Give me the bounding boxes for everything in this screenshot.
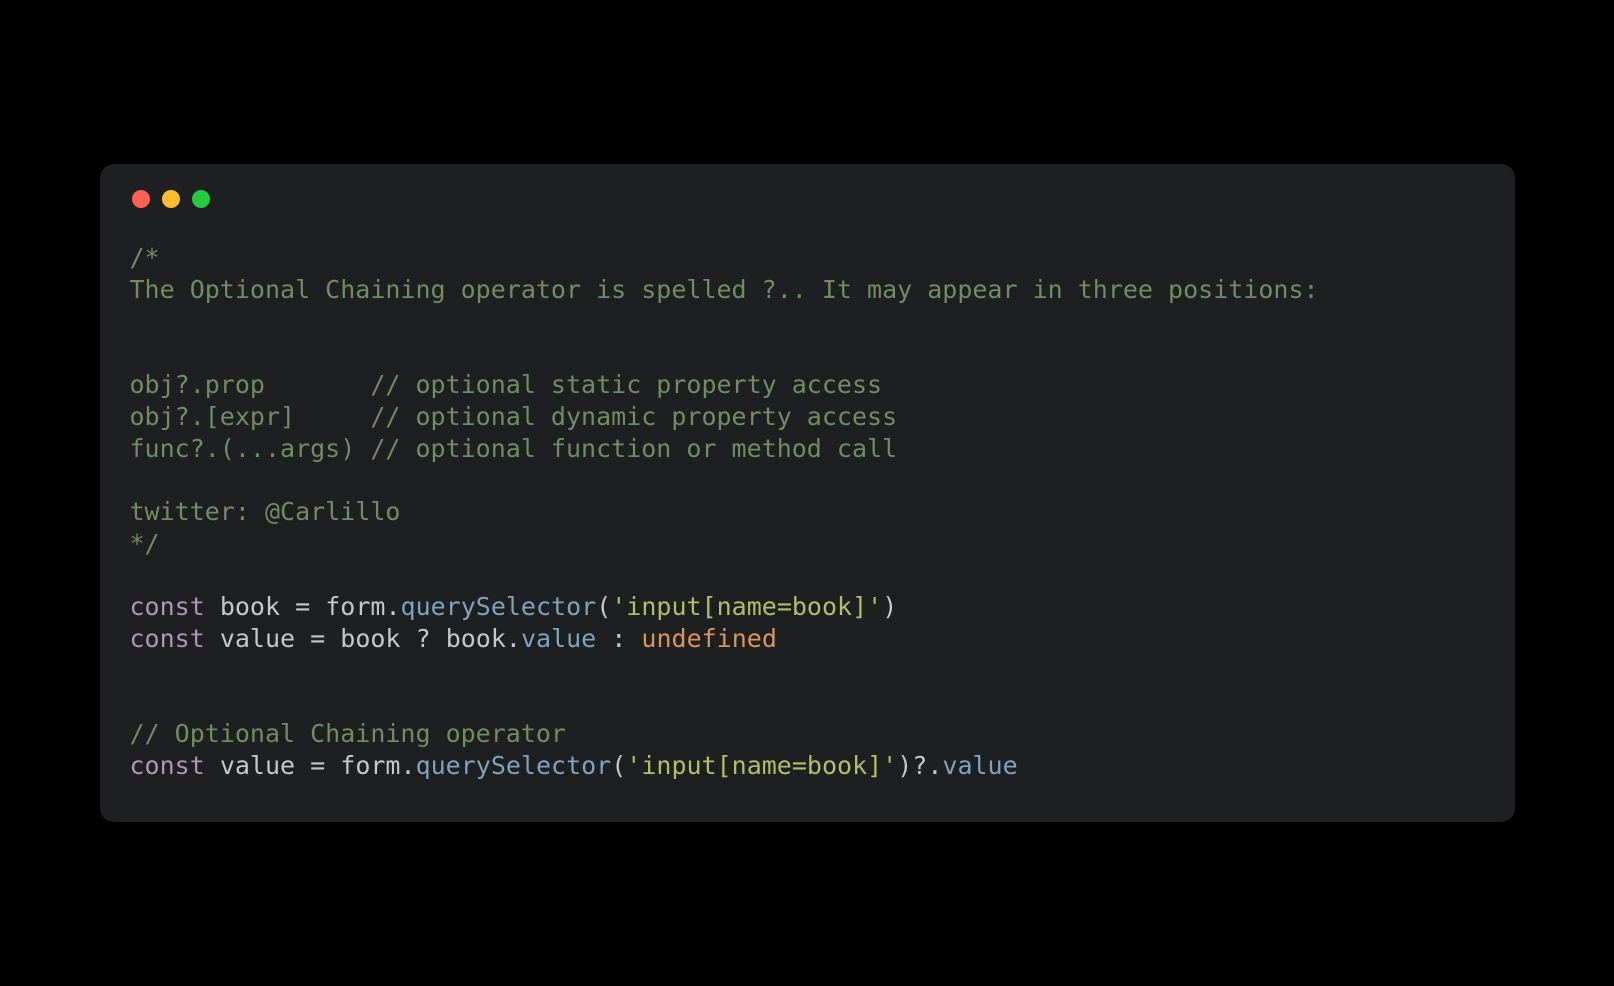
- space: [626, 624, 641, 653]
- space: [325, 624, 340, 653]
- function-queryselector: querySelector: [416, 751, 612, 780]
- space: [295, 751, 310, 780]
- space: [325, 751, 340, 780]
- paren-open: (: [596, 592, 611, 621]
- keyword-const: const: [130, 624, 205, 653]
- keyword-const: const: [130, 751, 205, 780]
- comment-close: */: [130, 529, 160, 558]
- space: [401, 624, 416, 653]
- zoom-icon[interactable]: [192, 190, 210, 208]
- operator-dot: .: [506, 624, 521, 653]
- comment-optional-chaining: // Optional Chaining operator: [130, 719, 567, 748]
- comment-example-2: obj?.[expr] // optional dynamic property…: [130, 402, 898, 431]
- space: [295, 624, 310, 653]
- string-selector: 'input[name=book]': [626, 751, 897, 780]
- comment-example-1: obj?.prop // optional static property ac…: [130, 370, 883, 399]
- identifier-book: book: [446, 624, 506, 653]
- close-icon[interactable]: [132, 190, 150, 208]
- space: [205, 592, 220, 621]
- operator-equals: =: [295, 592, 310, 621]
- code-window: /* The Optional Chaining operator is spe…: [100, 164, 1515, 822]
- operator-ternary-colon: :: [611, 624, 626, 653]
- comment-example-3: func?.(...args) // optional function or …: [130, 434, 898, 463]
- comment-credit: twitter: @Carlillo: [130, 497, 401, 526]
- code-block: /* The Optional Chaining operator is spe…: [130, 242, 1485, 782]
- operator-optional-chain: ?.: [912, 751, 942, 780]
- minimize-icon[interactable]: [162, 190, 180, 208]
- space: [310, 592, 325, 621]
- identifier-book: book: [220, 592, 280, 621]
- space: [280, 592, 295, 621]
- space: [205, 624, 220, 653]
- property-value: value: [521, 624, 596, 653]
- window-titlebar: [130, 190, 1485, 208]
- property-value: value: [942, 751, 1017, 780]
- paren-open: (: [611, 751, 626, 780]
- space: [596, 624, 611, 653]
- keyword-const: const: [130, 592, 205, 621]
- space: [431, 624, 446, 653]
- paren-close: ): [882, 592, 897, 621]
- space: [205, 751, 220, 780]
- operator-dot: .: [401, 751, 416, 780]
- operator-equals: =: [310, 624, 325, 653]
- operator-dot: .: [385, 592, 400, 621]
- comment-open: /*: [130, 243, 160, 272]
- identifier-value: value: [220, 624, 295, 653]
- operator-equals: =: [310, 751, 325, 780]
- identifier-book: book: [340, 624, 400, 653]
- identifier-form: form: [325, 592, 385, 621]
- comment-line-1: The Optional Chaining operator is spelle…: [130, 275, 1319, 304]
- identifier-form: form: [340, 751, 400, 780]
- function-queryselector: querySelector: [401, 592, 597, 621]
- paren-close: ): [897, 751, 912, 780]
- operator-ternary-q: ?: [416, 624, 431, 653]
- string-selector: 'input[name=book]': [611, 592, 882, 621]
- literal-undefined: undefined: [641, 624, 776, 653]
- identifier-value: value: [220, 751, 295, 780]
